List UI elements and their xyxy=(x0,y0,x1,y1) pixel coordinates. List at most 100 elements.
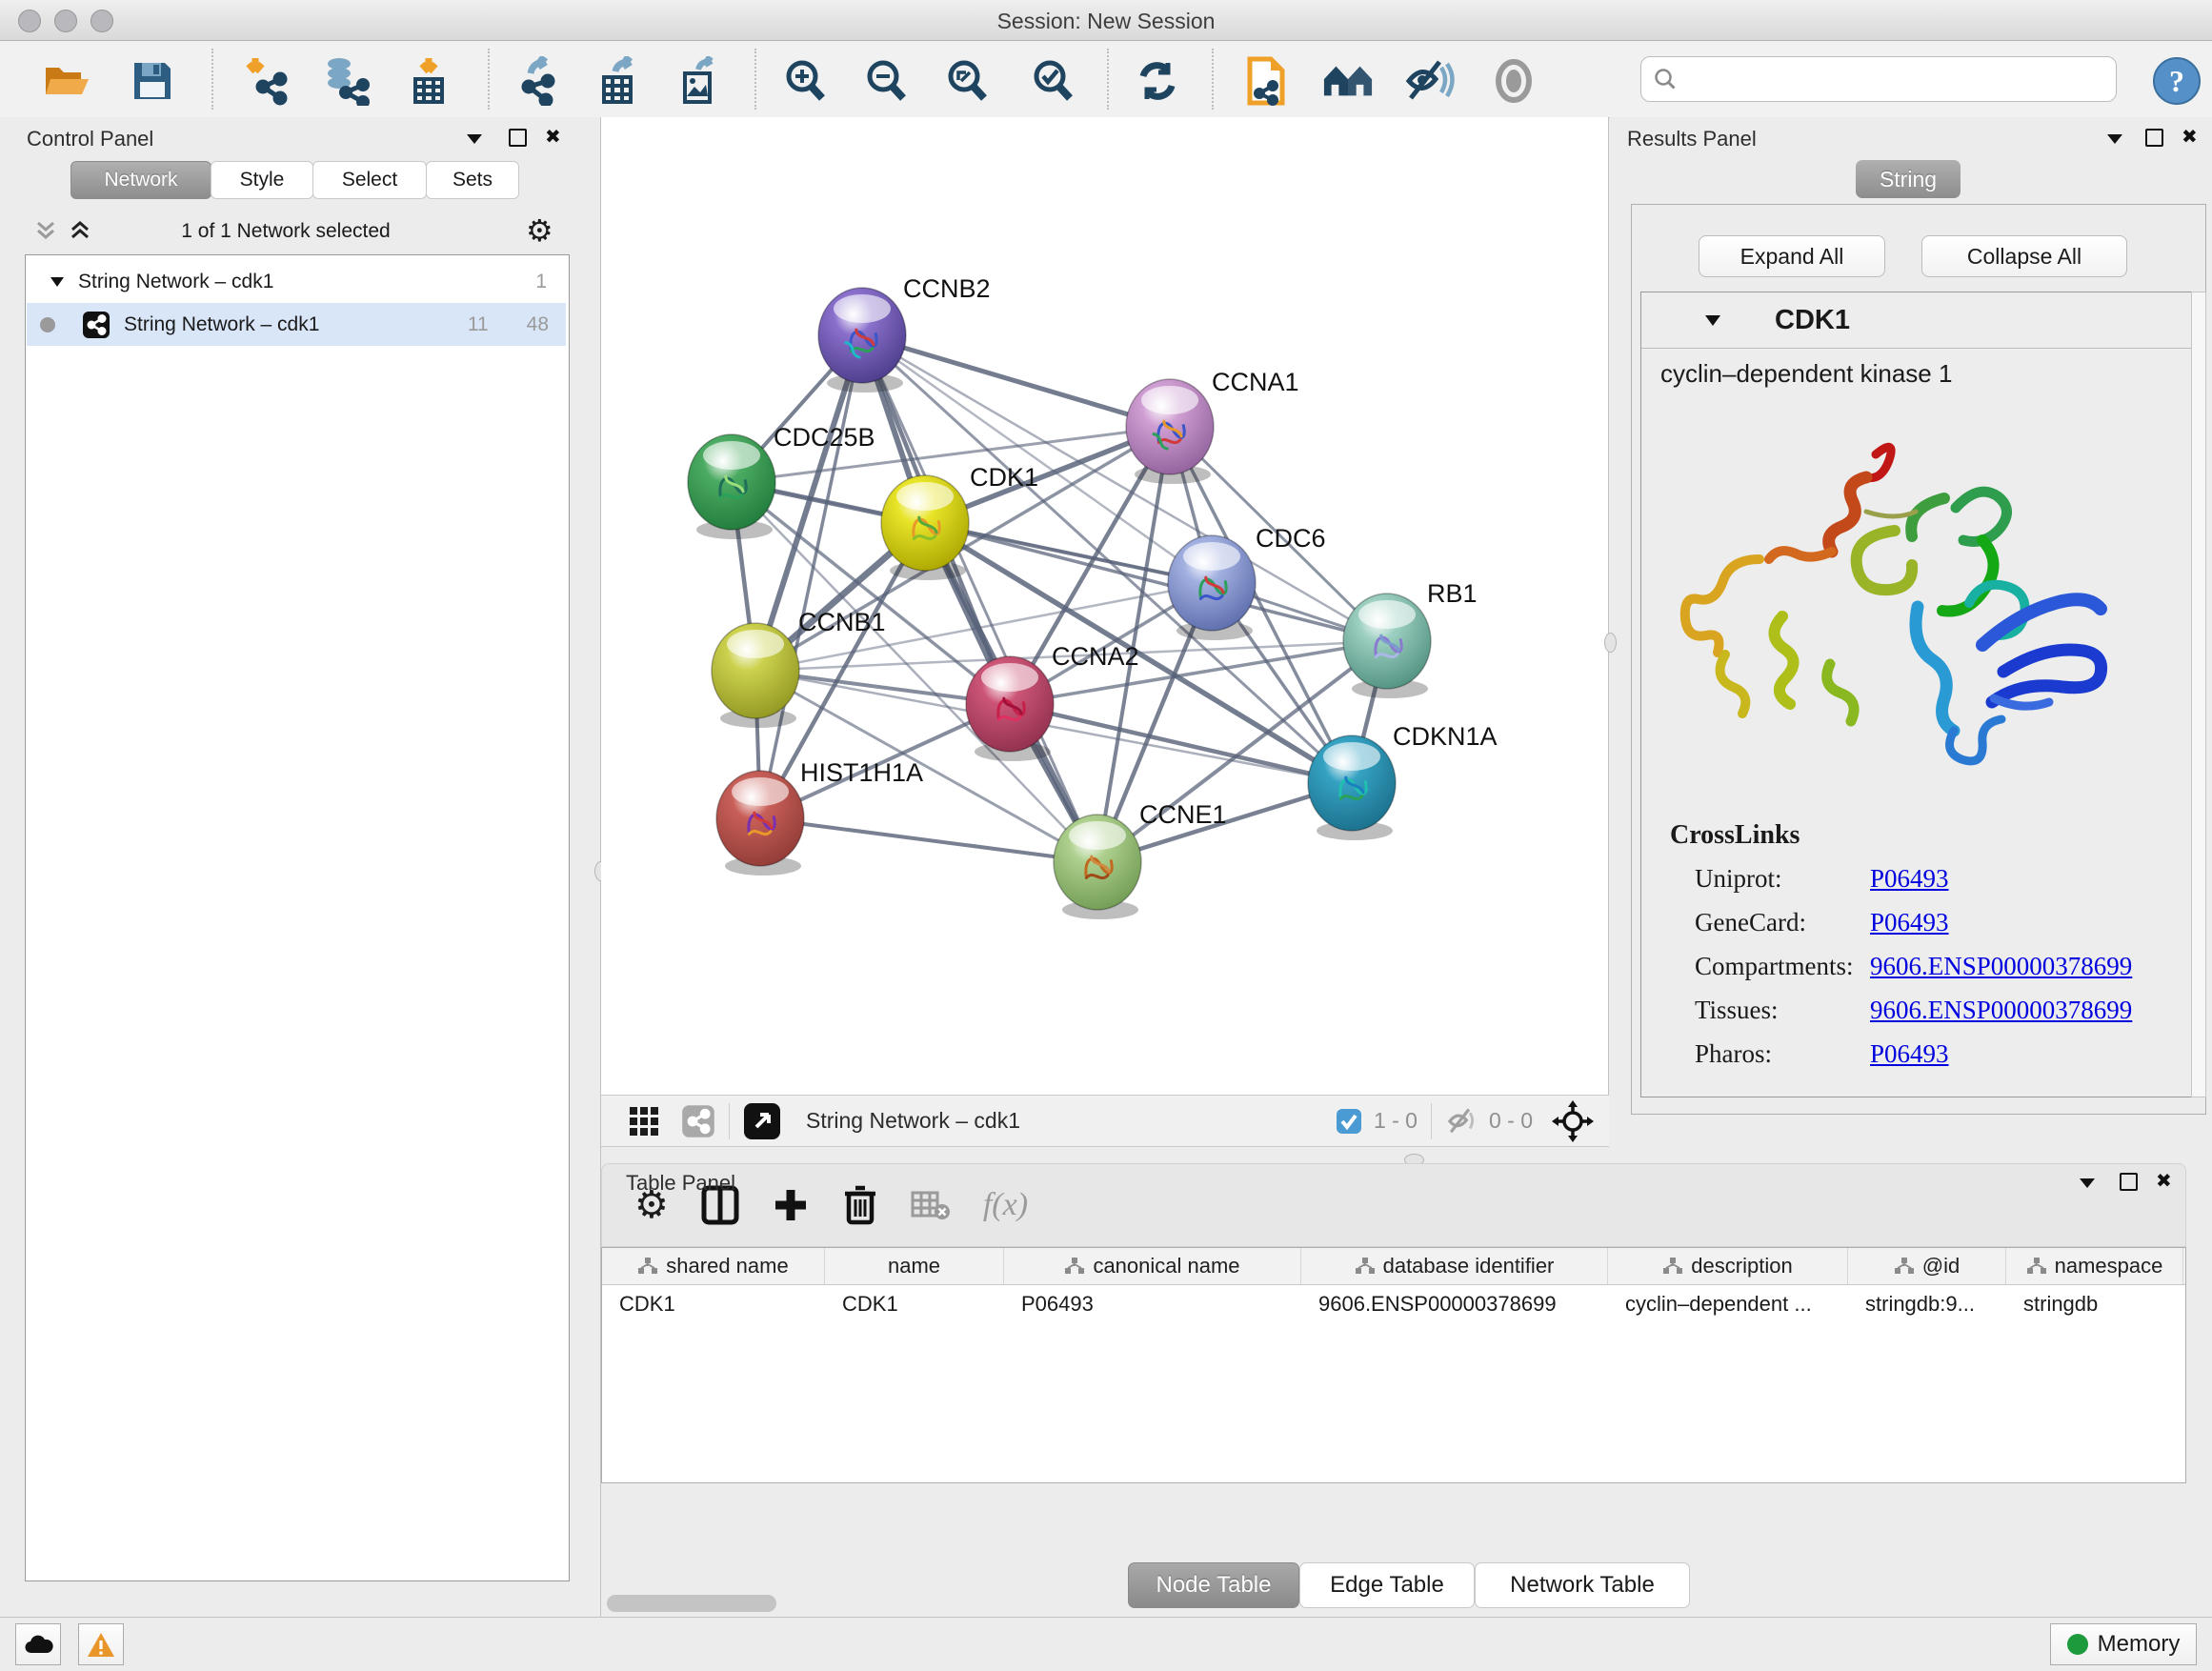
search-input[interactable] xyxy=(1678,66,2116,92)
column-header-label: namespace xyxy=(2055,1254,2163,1278)
network-node[interactable] xyxy=(688,434,775,539)
crosslink-value[interactable]: 9606.ENSP00000378699 xyxy=(1870,996,2132,1025)
function-builder-icon[interactable]: f(x) xyxy=(983,1187,1028,1223)
column-header-shared-name[interactable]: shared name xyxy=(602,1248,825,1284)
close-panel-icon[interactable]: ✖ xyxy=(2156,1169,2172,1193)
collection-expander-icon[interactable] xyxy=(50,276,65,288)
save-session-icon[interactable] xyxy=(127,55,178,107)
column-header-database-identifier[interactable]: database identifier xyxy=(1301,1248,1608,1284)
import-table-icon[interactable] xyxy=(403,55,454,107)
network-node[interactable] xyxy=(818,288,906,393)
table-cell[interactable]: CDK1 xyxy=(825,1292,1004,1317)
section-expander-icon[interactable] xyxy=(1704,314,1721,327)
network-node[interactable] xyxy=(1054,815,1141,919)
network-edge[interactable] xyxy=(862,335,1170,427)
tab-network[interactable]: Network xyxy=(70,161,211,199)
selected-checkbox-icon[interactable] xyxy=(1336,1108,1362,1135)
network-view-icon[interactable] xyxy=(681,1104,715,1138)
float-panel-icon[interactable] xyxy=(2145,129,2163,147)
tab-sets[interactable]: Sets xyxy=(426,161,519,199)
column-header-namespace[interactable]: namespace xyxy=(2006,1248,2183,1284)
grid-view-icon[interactable] xyxy=(628,1105,660,1137)
collapse-all-button[interactable]: Collapse All xyxy=(1921,235,2127,277)
export-image-icon[interactable] xyxy=(673,55,724,107)
warnings-button[interactable] xyxy=(78,1623,124,1665)
float-panel-icon[interactable] xyxy=(2120,1173,2138,1191)
panel-menu-icon[interactable] xyxy=(2105,132,2124,146)
close-panel-icon[interactable]: ✖ xyxy=(2182,125,2198,149)
panel-menu-icon[interactable] xyxy=(2078,1177,2097,1190)
refresh-icon[interactable] xyxy=(1132,55,1183,107)
zoom-out-icon[interactable] xyxy=(860,55,912,107)
right-splitter-handle[interactable] xyxy=(1604,633,1617,653)
table-cell[interactable]: stringdb xyxy=(2006,1292,2183,1317)
string-document-icon[interactable] xyxy=(1241,55,1293,107)
help-icon[interactable]: ? xyxy=(2151,55,2202,107)
column-header-name[interactable]: name xyxy=(825,1248,1004,1284)
hidden-eye-icon[interactable] xyxy=(1445,1107,1479,1136)
table-cell[interactable]: stringdb:9... xyxy=(1848,1292,2006,1317)
show-graphics-details-icon[interactable] xyxy=(1488,55,1539,107)
expand-all-networks-icon[interactable] xyxy=(69,219,91,242)
memory-button[interactable]: Memory xyxy=(2050,1623,2197,1665)
network-node[interactable] xyxy=(1343,594,1431,698)
export-table-icon[interactable] xyxy=(593,55,645,107)
import-network-from-database-icon[interactable] xyxy=(322,55,373,107)
network-node[interactable] xyxy=(1308,735,1396,840)
crosslink-value[interactable]: P06493 xyxy=(1870,908,1949,937)
tab-select[interactable]: Select xyxy=(312,161,427,199)
delete-table-icon[interactable] xyxy=(911,1189,951,1221)
network-row[interactable]: String Network – cdk1 11 48 xyxy=(27,303,566,346)
column-header-description[interactable]: description xyxy=(1608,1248,1848,1284)
import-network-icon[interactable] xyxy=(241,55,292,107)
crosslink-value[interactable]: 9606.ENSP00000378699 xyxy=(1870,952,2132,981)
network-node[interactable] xyxy=(1168,535,1256,640)
network-node[interactable] xyxy=(966,656,1054,761)
add-column-icon[interactable] xyxy=(772,1186,810,1224)
zoom-selected-icon[interactable] xyxy=(1027,55,1078,107)
network-canvas[interactable]: CCNB2CCNA1CDC25BCDK1CDC6RB1CCNB1CCNA2CDK… xyxy=(601,117,1609,1095)
cloud-button[interactable] xyxy=(15,1623,61,1665)
table-cell[interactable]: cyclin–dependent ... xyxy=(1608,1292,1848,1317)
close-panel-icon[interactable]: ✖ xyxy=(545,125,561,149)
table-cell[interactable]: P06493 xyxy=(1004,1292,1301,1317)
column-header-canonical-name[interactable]: canonical name xyxy=(1004,1248,1301,1284)
network-collection-row[interactable]: String Network – cdk1 1 xyxy=(27,260,566,303)
hide-selected-icon[interactable] xyxy=(1403,55,1455,107)
scrollbar-thumb[interactable] xyxy=(607,1595,776,1612)
results-scrollbar[interactable] xyxy=(2191,292,2206,1097)
zoom-in-icon[interactable] xyxy=(779,55,831,107)
float-panel-icon[interactable] xyxy=(509,129,527,147)
panel-menu-icon[interactable] xyxy=(465,132,484,146)
tab-node-table[interactable]: Node Table xyxy=(1128,1562,1299,1608)
tab-style[interactable]: Style xyxy=(211,161,313,199)
network-node[interactable] xyxy=(881,475,969,580)
tab-edge-table[interactable]: Edge Table xyxy=(1299,1562,1475,1608)
export-network-icon[interactable] xyxy=(513,55,564,107)
pan-crosshair-icon[interactable] xyxy=(1552,1100,1594,1142)
tab-network-table[interactable]: Network Table xyxy=(1475,1562,1690,1608)
network-node[interactable] xyxy=(1126,379,1214,484)
table-cell[interactable]: 9606.ENSP00000378699 xyxy=(1301,1292,1608,1317)
delete-column-icon[interactable] xyxy=(842,1184,878,1226)
column-header--id[interactable]: @id xyxy=(1848,1248,2006,1284)
table-cell[interactable]: CDK1 xyxy=(602,1292,825,1317)
detach-view-icon[interactable] xyxy=(743,1102,781,1140)
network-edge[interactable] xyxy=(760,818,1097,862)
zoom-fit-icon[interactable] xyxy=(941,55,993,107)
network-options-gear-icon[interactable]: ⚙ xyxy=(526,212,553,249)
open-session-icon[interactable] xyxy=(41,55,92,107)
crosslink-value[interactable]: P06493 xyxy=(1870,864,1949,894)
tab-string[interactable]: String xyxy=(1856,160,1961,198)
expand-all-button[interactable]: Expand All xyxy=(1699,235,1885,277)
first-neighbors-icon[interactable] xyxy=(1322,55,1374,107)
network-edge[interactable] xyxy=(1010,704,1352,783)
network-node[interactable] xyxy=(716,771,804,876)
network-node[interactable] xyxy=(712,623,799,728)
network-edge[interactable] xyxy=(760,335,862,818)
collection-name: String Network – cdk1 xyxy=(78,271,535,293)
gene-section-header[interactable]: CDK1 xyxy=(1641,292,2198,349)
crosslink-value[interactable]: P06493 xyxy=(1870,1039,1949,1069)
collapse-all-networks-icon[interactable] xyxy=(34,219,57,242)
table-row[interactable]: CDK1CDK1P064939606.ENSP00000378699cyclin… xyxy=(602,1285,2185,1323)
